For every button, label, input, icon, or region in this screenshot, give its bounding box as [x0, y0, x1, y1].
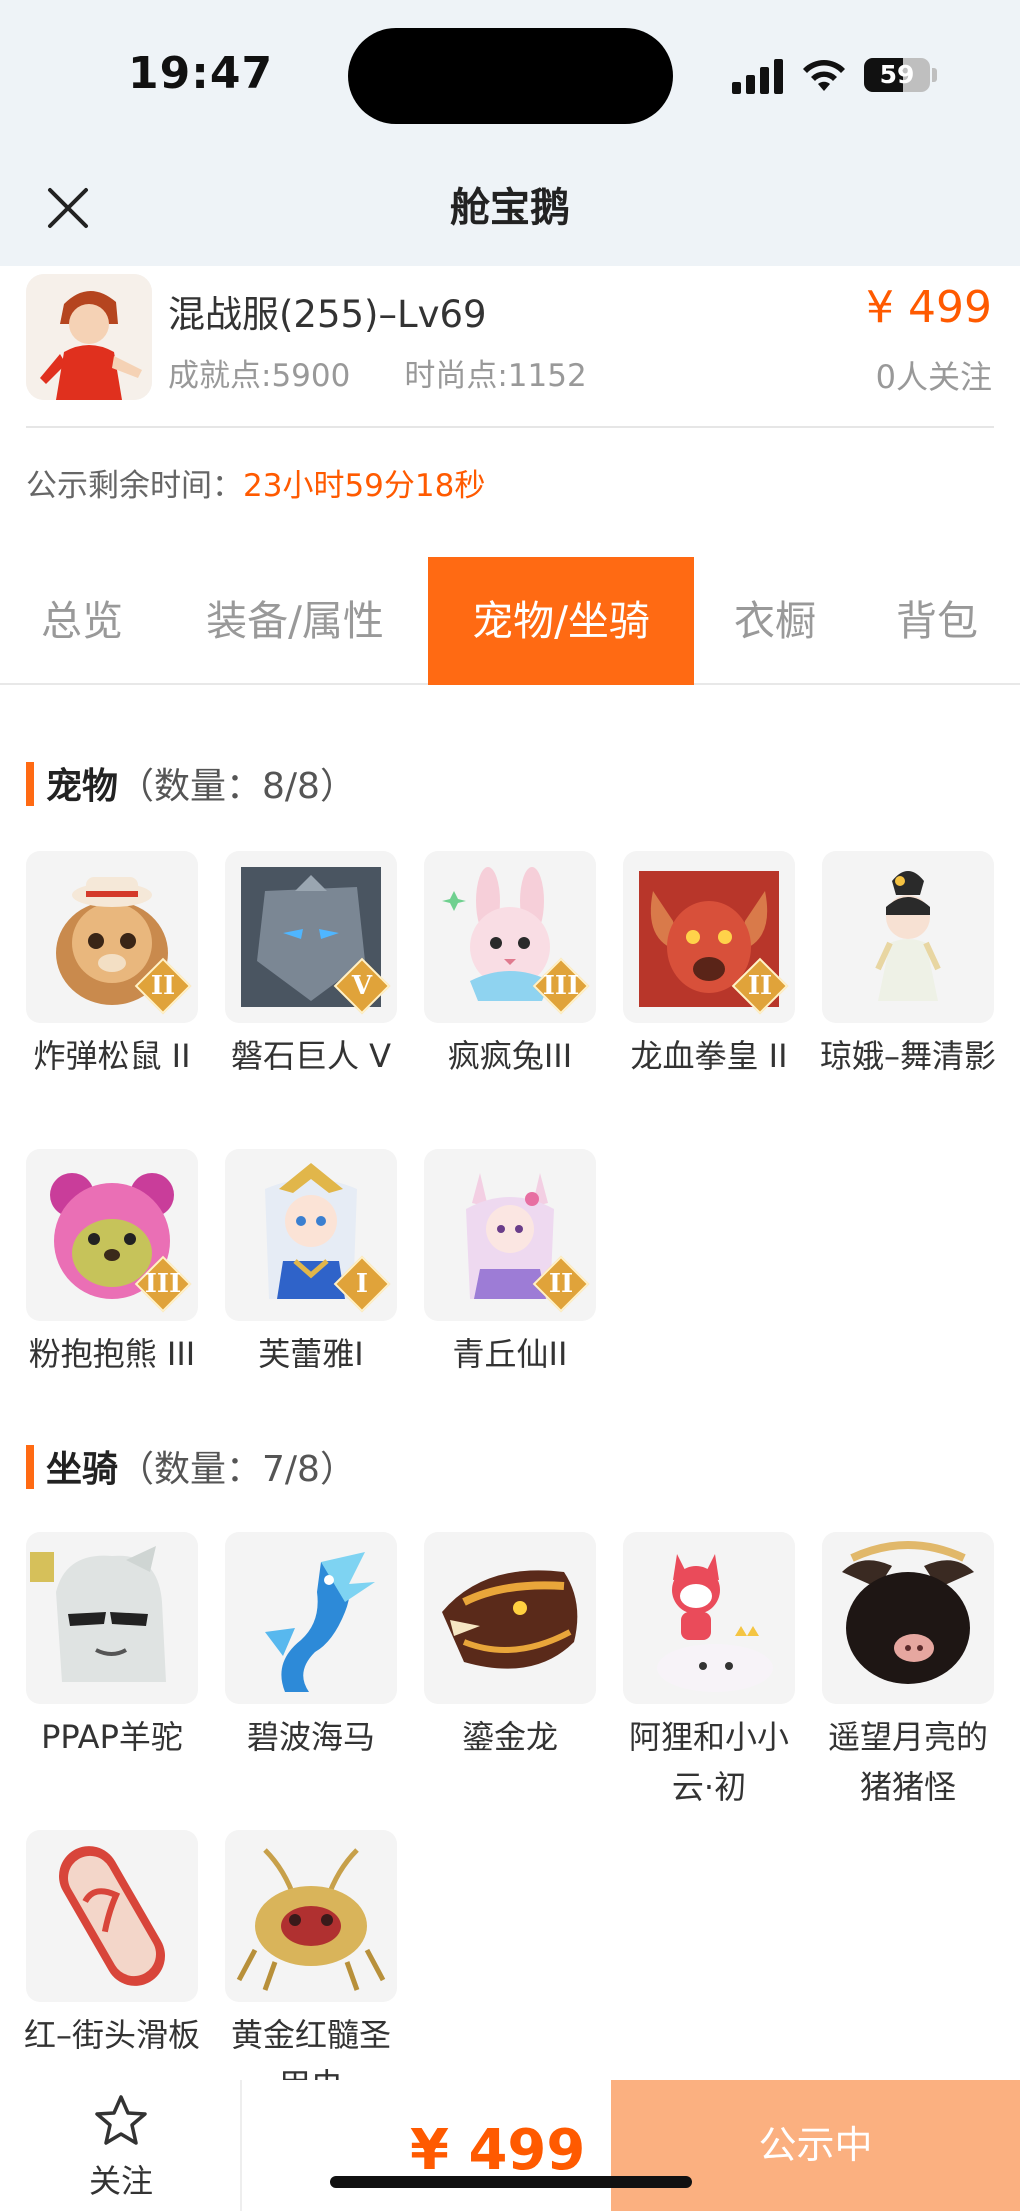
notice-countdown: 公示剩余时间：23小时59分18秒	[26, 460, 485, 505]
pet-thumbnail: II	[26, 851, 198, 1023]
page-title: 舱宝鹅	[450, 185, 570, 231]
mount-thumbnail	[623, 1532, 795, 1704]
mount-thumbnail	[225, 1532, 397, 1704]
pet-item[interactable]: II 青丘仙II	[424, 1149, 596, 1379]
dynamic-island	[348, 28, 673, 124]
notice-remaining: 23小时59分18秒	[243, 468, 486, 504]
pets-title: 宠物	[46, 766, 119, 807]
bottom-price: ¥ 499	[410, 2118, 586, 2183]
listing-price: ¥ 499	[866, 282, 992, 333]
wifi-icon	[803, 60, 845, 91]
pet-item[interactable]: III 疯疯兔III	[424, 851, 596, 1081]
mount-thumbnail	[26, 1532, 198, 1704]
pet-name: 龙血拳皇 II	[630, 1037, 788, 1075]
mount-thumbnail	[225, 1830, 397, 2002]
home-indicator	[330, 2176, 692, 2188]
pet-thumbnail: I	[225, 1149, 397, 1321]
bottom-bar: 关注 ¥ 499 公示中	[0, 2080, 1020, 2211]
mount-name: 鎏金龙	[461, 1718, 558, 1756]
tier-badge: II	[134, 957, 192, 1015]
mount-name: 碧波海马	[246, 1718, 375, 1756]
follow-button[interactable]: 关注	[0, 2080, 242, 2211]
tab-backpack[interactable]: 背包	[876, 557, 998, 685]
pets-count: （数量：8/8）	[118, 766, 356, 807]
section-accent-bar	[26, 762, 34, 806]
mount-item[interactable]: 黄金红髓圣甲虫	[225, 1830, 397, 2110]
pet-item[interactable]: II 炸弹松鼠 II	[26, 851, 198, 1081]
mount-item[interactable]: 阿狸和小小云·初	[623, 1532, 795, 1812]
notice-label: 公示剩余时间：	[26, 468, 243, 504]
mount-item[interactable]: 红–街头滑板	[24, 1830, 200, 2060]
follow-count: 0人关注	[875, 358, 992, 396]
tier-badge: V	[333, 957, 391, 1015]
mount-item[interactable]: PPAP羊驼	[26, 1532, 198, 1762]
fashion-points: 时尚点:1152	[404, 358, 587, 394]
mounts-count: （数量：7/8）	[118, 1449, 356, 1490]
pet-item[interactable]: I 芙蕾雅I	[225, 1149, 397, 1379]
battery-level: 59	[879, 60, 915, 89]
points-row: 成就点:5900 时尚点:1152	[168, 350, 587, 395]
pet-item[interactable]: III 粉抱抱熊 III	[26, 1149, 198, 1379]
pet-item[interactable]: 琼娥–舞清影	[820, 851, 996, 1081]
mounts-section-title: 坐骑（数量：7/8）	[26, 1440, 356, 1492]
mount-item[interactable]: 碧波海马	[225, 1532, 397, 1762]
pet-thumbnail	[822, 851, 994, 1023]
pet-thumbnail: II	[623, 851, 795, 1023]
tier-badge: II	[532, 1255, 590, 1313]
mounts-title: 坐骑	[46, 1449, 119, 1490]
pet-thumbnail: V	[225, 851, 397, 1023]
mount-name: 遥望月亮的猪猪怪	[827, 1718, 988, 1806]
mount-name: 红–街头滑板	[23, 2016, 200, 2054]
server-title: 混战服(255)–Lv69	[168, 293, 487, 336]
battery-icon: 59	[864, 58, 930, 92]
follow-label: 关注	[88, 2162, 153, 2200]
pet-name: 青丘仙II	[452, 1335, 568, 1373]
pet-name: 炸弹松鼠 II	[33, 1037, 191, 1075]
status-bar: 19:47 59	[0, 0, 1020, 150]
tier-badge: I	[333, 1255, 391, 1313]
mount-item[interactable]: 鎏金龙	[424, 1532, 596, 1762]
section-accent-bar	[26, 1445, 34, 1489]
mount-item[interactable]: 遥望月亮的猪猪怪	[822, 1532, 994, 1812]
status-button[interactable]: 公示中	[611, 2080, 1020, 2211]
listing-header[interactable]: 混战服(255)–Lv69 成就点:5900 时尚点:1152 ¥ 499 0人关…	[0, 266, 1020, 426]
pet-item[interactable]: V 磐石巨人 V	[225, 851, 397, 1081]
achievement-points: 成就点:5900	[168, 358, 351, 394]
tab-overview[interactable]: 总览	[10, 557, 154, 685]
cellular-signal-icon	[732, 58, 784, 94]
status-time: 19:47	[128, 48, 274, 99]
tier-badge: II	[731, 957, 789, 1015]
pet-item[interactable]: II 龙血拳皇 II	[623, 851, 795, 1081]
pet-thumbnail: III	[26, 1149, 198, 1321]
close-icon[interactable]	[40, 180, 96, 236]
tab-equipment[interactable]: 装备/属性	[180, 557, 410, 685]
pet-name: 疯疯兔III	[447, 1037, 573, 1075]
tab-wardrobe[interactable]: 衣橱	[714, 557, 836, 685]
tier-badge: III	[134, 1255, 192, 1313]
character-avatar	[26, 274, 152, 400]
pet-name: 粉抱抱熊 III	[28, 1335, 196, 1373]
mount-name: PPAP羊驼	[41, 1718, 183, 1756]
pet-name: 磐石巨人 V	[230, 1037, 392, 1075]
mount-thumbnail	[26, 1830, 198, 2002]
pet-thumbnail: II	[424, 1149, 596, 1321]
pet-thumbnail: III	[424, 851, 596, 1023]
tab-pets-mounts[interactable]: 宠物/坐骑	[428, 557, 694, 685]
tab-bar: 总览 装备/属性 宠物/坐骑 衣橱 背包	[0, 557, 1020, 685]
star-icon	[95, 2095, 147, 2145]
nav-bar: 舱宝鹅	[0, 150, 1020, 266]
divider	[26, 426, 994, 428]
battery-tip	[932, 68, 937, 82]
tier-badge: III	[532, 957, 590, 1015]
pet-name: 芙蕾雅I	[258, 1335, 364, 1373]
pets-section-title: 宠物（数量：8/8）	[26, 757, 356, 809]
pet-name: 琼娥–舞清影	[819, 1037, 996, 1075]
mount-thumbnail	[822, 1532, 994, 1704]
mount-name: 阿狸和小小云·初	[628, 1718, 789, 1806]
mount-thumbnail	[424, 1532, 596, 1704]
